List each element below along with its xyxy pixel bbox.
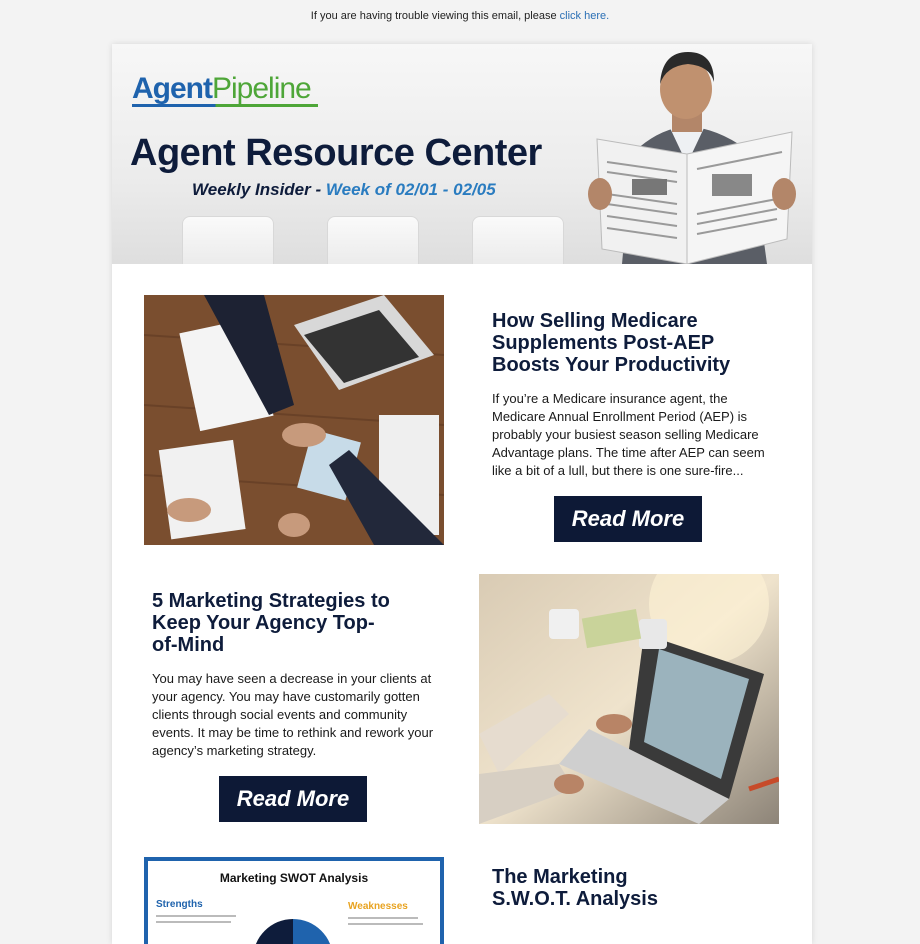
- banner-subtitle: Weekly Insider - Week of 02/01 - 02/05: [192, 180, 496, 199]
- preheader: If you are having trouble viewing this e…: [0, 10, 920, 22]
- preheader-text: If you are having trouble viewing this e…: [310, 10, 557, 22]
- logo-underline: [132, 104, 318, 107]
- page-title: Agent Resource Center: [130, 132, 542, 174]
- swot-weaknesses-label: Weaknesses: [348, 901, 408, 912]
- article-3-title[interactable]: The Marketing S.W.O.T. Analysis: [492, 866, 692, 910]
- agent-pipeline-logo[interactable]: AgentPipeline: [132, 72, 312, 106]
- swot-diagram-icon: [255, 919, 331, 944]
- view-in-browser-link[interactable]: click here.: [560, 10, 610, 22]
- article-1-title[interactable]: How Selling Medicare Supplements Post-AE…: [492, 310, 762, 376]
- swot-strengths-label: Strengths: [156, 899, 203, 910]
- read-more-button-2[interactable]: Read More: [219, 776, 367, 822]
- swot-analysis-image: Marketing SWOT Analysis Strengths Weakne…: [144, 857, 444, 944]
- team-laptop-meeting-image: [479, 574, 779, 824]
- article-2-title[interactable]: 5 Marketing Strategies to Keep Your Agen…: [152, 590, 397, 656]
- article-1-body: If you’re a Medicare insurance agent, th…: [492, 391, 765, 478]
- swot-image-title: Marketing SWOT Analysis: [219, 871, 369, 885]
- business-handshake-image: [144, 295, 444, 545]
- email-body: AgentPipeline Agent Resource Center Week…: [112, 44, 812, 944]
- article-2-body: You may have seen a decrease in your cli…: [152, 671, 434, 758]
- week-range: Week of 02/01 - 02/05: [325, 180, 496, 199]
- header-banner: AgentPipeline Agent Resource Center Week…: [112, 44, 812, 264]
- read-more-button-1[interactable]: Read More: [554, 496, 702, 542]
- man-reading-newspaper-image: [588, 52, 796, 264]
